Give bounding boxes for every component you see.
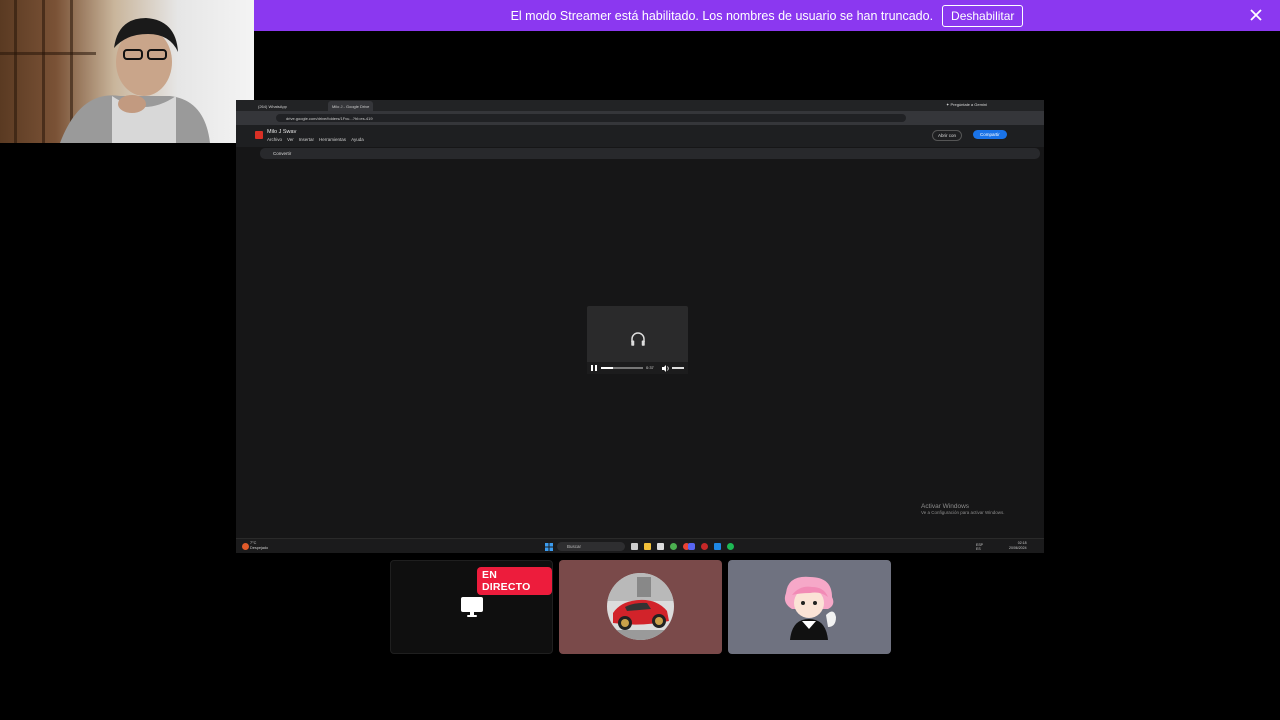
call-stage: El modo Streamer está habilitado. Los no… [0,0,1280,720]
document-menu: Archivo Ver Insertar Herramientas Ayuda [267,137,364,142]
clock-date: 20/06/2024 [1009,546,1027,550]
convert-button[interactable]: Convertir [260,148,1040,159]
audio-player[interactable]: 0:37 [587,306,688,374]
streamer-mode-banner: El modo Streamer está habilitado. Los no… [254,0,1280,31]
weather-icon [242,543,249,550]
disable-streamer-mode-button[interactable]: Deshabilitar [942,4,1024,27]
language-region: ES [976,547,981,551]
gemini-label: Pregúntale a Gemini [950,102,987,107]
opera-icon[interactable] [701,543,708,550]
app-icon[interactable] [714,543,721,550]
share-button[interactable]: Compartir [973,130,1007,139]
store-icon[interactable] [657,543,664,550]
taskbar-clock[interactable]: 02:18 20/06/2024 [1009,541,1027,551]
browser-tab-active[interactable]: Milo J - Google Drive [328,101,374,111]
windows-activation-watermark: Activar Windows Ve a Configuración para … [921,503,1005,515]
avatar [607,573,674,640]
anime-avatar-image [784,576,836,640]
participant-tile[interactable] [559,560,722,654]
address-bar[interactable]: drive.google.com/drive/folders/1Fvu...?h… [276,114,906,122]
browser-toolbar: drive.google.com/drive/folders/1Fvu...?h… [236,111,1044,125]
webcam-feed[interactable] [0,0,254,143]
language-indicator[interactable]: ESP ES [976,543,983,551]
volume-icon[interactable] [662,365,670,372]
browser-tabstrip: (264) WhatsApp Milo J - Google Drive ✦ P… [236,100,1044,111]
participant-tile[interactable] [728,560,891,654]
weather-desc: Despejado [250,546,269,550]
chrome-icon[interactable] [670,543,677,550]
activation-title: Activar Windows [921,503,970,510]
taskbar-search[interactable]: Buscar [557,542,625,551]
task-view-icon[interactable] [631,543,638,550]
shared-screen[interactable]: (264) WhatsApp Milo J - Google Drive ✦ P… [236,100,1044,553]
menu-item-ver[interactable]: Ver [287,137,294,142]
windows-taskbar: 7°C Despejado Buscar ESP ES 02:18 20/06/… [236,538,1044,553]
file-type-icon [255,131,263,139]
banner-message: El modo Streamer está habilitado. Los no… [510,8,934,23]
tab-label: (264) WhatsApp [258,104,287,109]
playback-time: 0:37 [646,365,654,370]
weather-widget[interactable]: 7°C Despejado [250,541,268,551]
menu-item-archivo[interactable]: Archivo [267,137,282,142]
browser-tab[interactable]: (264) WhatsApp [254,101,291,111]
windows-start-icon[interactable] [545,543,553,551]
menu-item-insertar[interactable]: Insertar [299,137,314,142]
car-avatar-image [607,573,674,640]
document-title: Milo J Swav [267,129,297,135]
spotify-icon[interactable] [727,543,734,550]
volume-slider[interactable] [672,367,684,369]
activation-subtitle: Ve a Configuración para activar Windows. [921,510,1005,515]
pause-icon[interactable] [591,365,597,371]
player-controls: 0:37 [587,362,688,374]
monitor-icon [461,597,483,617]
drive-header: Milo J Swav Archivo Ver Insertar Herrami… [236,125,1044,147]
discord-icon[interactable] [688,543,695,550]
headphones-icon [631,332,645,346]
person-silhouette [60,18,210,143]
live-badge: EN DIRECTO [477,567,552,595]
gemini-button[interactable]: ✦ Pregúntale a Gemini [946,102,987,107]
open-with-button[interactable]: Abrir con [932,130,963,141]
menu-item-herramientas[interactable]: Herramientas [319,137,346,142]
convert-bar: Convertir [236,147,1044,160]
seek-bar[interactable] [601,367,643,369]
screen-share-tile[interactable]: EN DIRECTO [390,560,553,654]
menu-item-ayuda[interactable]: Ayuda [351,137,364,142]
close-icon[interactable] [1248,7,1264,23]
seek-progress [601,367,614,369]
file-explorer-icon[interactable] [644,543,651,550]
tab-label: Milo J - Google Drive [332,104,370,109]
